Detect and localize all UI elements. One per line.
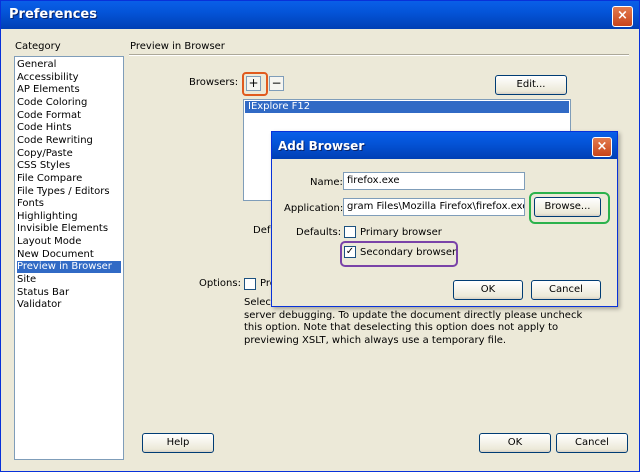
primary-browser-label: Primary browser (360, 227, 442, 238)
category-item[interactable]: Accessibility (17, 72, 121, 84)
description-line-3: this option. Note that deselecting this … (244, 322, 559, 333)
application-label: Application: (284, 203, 344, 214)
dialog-cancel-button[interactable]: Cancel (531, 280, 601, 300)
category-item[interactable]: Validator (17, 299, 121, 311)
panel-title: Preview in Browser (130, 41, 225, 52)
add-browser-dialog: Add Browser × Name: firefox.exe Applicat… (271, 131, 618, 307)
dialog-title: Add Browser (278, 139, 365, 153)
cancel-button[interactable]: Cancel (556, 433, 628, 453)
category-item[interactable]: Copy/Paste (17, 148, 121, 160)
category-item[interactable]: AP Elements (17, 84, 121, 96)
category-item[interactable]: Status Bar (17, 287, 121, 299)
preferences-window: Preferences × Category General Accessibil… (0, 0, 640, 472)
category-item[interactable]: Code Hints (17, 122, 121, 134)
dialog-defaults-label: Defaults: (296, 227, 342, 238)
ok-button[interactable]: OK (479, 433, 551, 453)
category-item[interactable]: Layout Mode (17, 236, 121, 248)
secondary-browser-label: Secondary browser (360, 247, 457, 258)
category-item[interactable]: New Document (17, 249, 121, 261)
primary-browser-checkbox[interactable] (344, 226, 356, 238)
description-line-2: server debugging. To update the document… (244, 310, 583, 321)
category-heading: Category (15, 41, 61, 52)
secondary-browser-checkbox[interactable]: ✓ (344, 246, 356, 258)
browser-list-item[interactable]: IExplore F12 (245, 101, 569, 113)
category-item[interactable]: Fonts (17, 198, 121, 210)
category-list[interactable]: General Accessibility AP Elements Code Colo… (14, 56, 124, 460)
panel-separator (129, 54, 629, 56)
remove-browser-button[interactable]: − (269, 76, 284, 91)
dialog-ok-button[interactable]: OK (453, 280, 523, 300)
options-label: Options: (199, 278, 241, 289)
description-line-4: previewing XSLT, which always use a temp… (244, 335, 507, 346)
dialog-title-bar[interactable]: Add Browser × (272, 132, 617, 159)
browse-button[interactable]: Browse... (534, 197, 601, 217)
category-item[interactable]: Code Format (17, 110, 121, 122)
add-browser-button[interactable]: + (246, 76, 261, 91)
category-item[interactable]: Code Rewriting (17, 135, 121, 147)
category-item[interactable]: CSS Styles (17, 160, 121, 172)
category-item[interactable]: Preview in Browser (17, 261, 121, 274)
title-bar[interactable]: Preferences × (1, 1, 639, 29)
category-item[interactable]: General (17, 59, 121, 71)
help-button[interactable]: Help (142, 433, 214, 453)
category-item[interactable]: Site (17, 274, 121, 286)
application-input[interactable]: gram Files\Mozilla Firefox\firefox.exe (343, 198, 525, 216)
dialog-close-button[interactable]: × (592, 137, 612, 157)
defaults-label: Def (253, 225, 271, 236)
category-item[interactable]: Highlighting (17, 211, 121, 223)
name-input[interactable]: firefox.exe (343, 172, 525, 190)
edit-button[interactable]: Edit... (495, 75, 567, 95)
name-label: Name: (310, 177, 343, 188)
category-item[interactable]: Code Coloring (17, 97, 121, 109)
category-item[interactable]: File Types / Editors (17, 186, 121, 198)
browsers-label: Browsers: (189, 77, 239, 88)
options-checkbox[interactable] (244, 278, 256, 290)
category-item[interactable]: File Compare (17, 173, 121, 185)
window-title: Preferences (9, 7, 97, 22)
window-close-button[interactable]: × (612, 6, 633, 27)
category-item[interactable]: Invisible Elements (17, 223, 121, 235)
